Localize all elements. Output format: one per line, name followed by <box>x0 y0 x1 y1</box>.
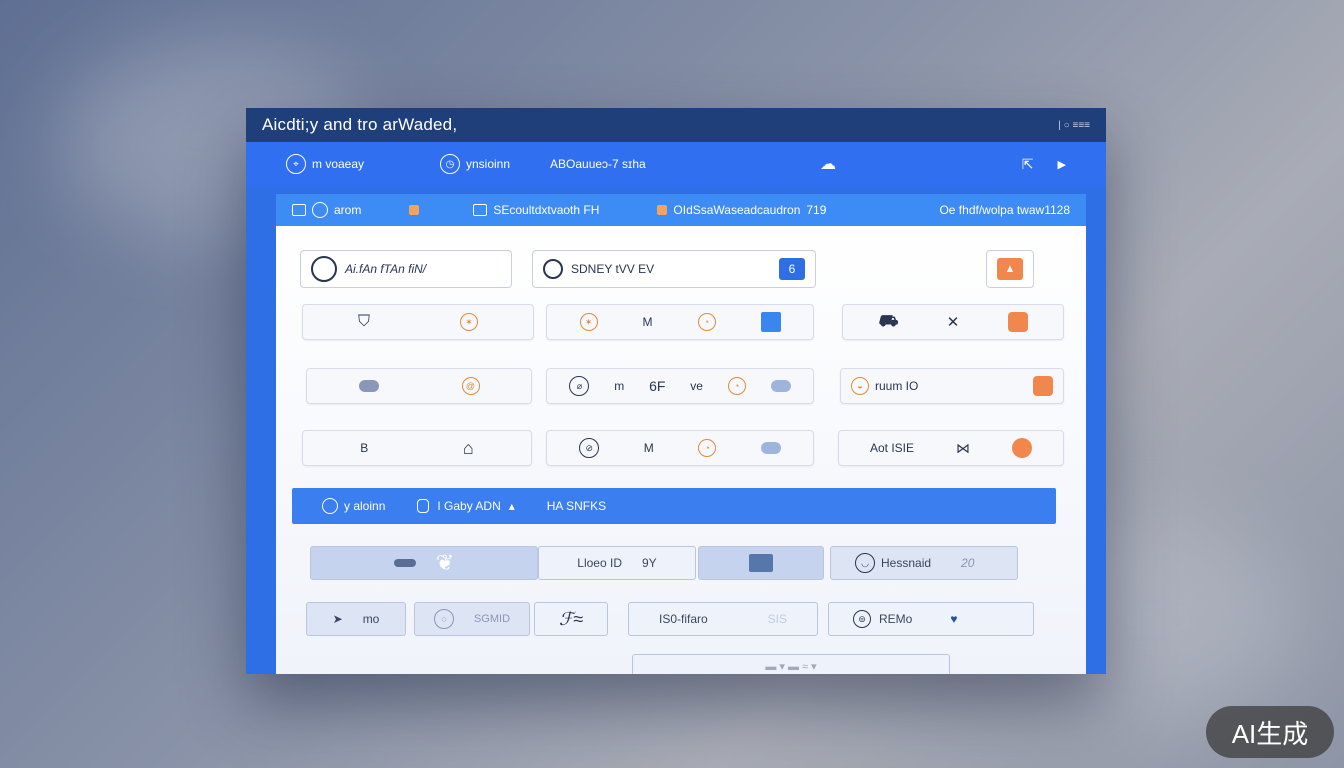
lower-cell-9[interactable]: ⊜ REMo ♥ <box>828 602 1034 636</box>
clock-icon: ◔ <box>697 313 716 331</box>
grid-cell-r1c2[interactable]: ✶ M ◔ <box>546 304 814 340</box>
bird-icon: ❦ <box>435 550 455 575</box>
marker-icon <box>657 205 668 215</box>
toolbar-item-3[interactable]: ABOauueɔ-7 sɪha <box>550 157 820 171</box>
lower-cell-1[interactable]: ❦ <box>310 546 538 580</box>
tab-2[interactable]: SEcoultdxtvaoth FH <box>473 203 599 217</box>
car-icon: ⛟ <box>877 313 898 330</box>
clock-icon: ◔ <box>727 377 746 395</box>
compass-icon: ⌖ <box>286 154 306 174</box>
chart-icon <box>749 554 773 572</box>
ai-generated-badge: AI生成 <box>1206 706 1334 758</box>
toolbar-item-2[interactable]: ◷ ynsioinn <box>440 154 550 174</box>
lower-cell-4[interactable]: ◡ Hessnaid 20 <box>830 546 1018 580</box>
square-icon <box>760 312 781 332</box>
card-icon <box>473 204 488 216</box>
star-icon: ✶ <box>579 313 598 331</box>
tab-bar: arom SEcoultdxtvaoth FH OIdSsaWaseadcaud… <box>276 194 1086 226</box>
message-icon <box>393 559 416 567</box>
lower-cell-3[interactable] <box>698 546 824 580</box>
lock-icon <box>417 499 430 513</box>
banner-item-3: HA SNFKS <box>546 499 607 513</box>
tab-1[interactable]: arom <box>292 202 361 218</box>
grid-cell-r2c3[interactable]: ◒ ruum IO <box>840 368 1064 404</box>
heart-icon: ♥ <box>950 612 958 626</box>
grid-cell-r1c3[interactable]: ⛟ ✕ <box>842 304 1064 340</box>
main-content: arom SEcoultdxtvaoth FH OIdSsaWaseadcaud… <box>276 194 1086 674</box>
titlebar: Aicdti;y and tro arWaded, | ○ ≡≡≡ <box>246 108 1106 142</box>
orange-badge-icon <box>1011 438 1032 458</box>
pin-icon <box>312 202 328 218</box>
flag-icon <box>409 205 420 215</box>
play-icon[interactable]: ▶ <box>1058 158 1066 171</box>
star-icon: ✶ <box>459 313 478 331</box>
location-pin-icon <box>311 256 337 282</box>
lower-cell-6[interactable]: ◌ SGMID <box>414 602 530 636</box>
orange-badge-icon <box>1008 312 1029 332</box>
cloud-icon <box>358 380 379 392</box>
lower-cell-8[interactable]: IS0-fifaro SIS <box>628 602 818 636</box>
alert-icon: ▲ <box>997 258 1023 280</box>
tab-4[interactable]: Oe fhdf/wolpa twaw1128 <box>939 203 1070 217</box>
clock-icon: ◔ <box>698 439 717 457</box>
slash-icon: ⊘ <box>579 438 600 458</box>
bottom-placeholder: ▬ ▾ ▬ ≈ ▾ <box>765 660 817 673</box>
clock-icon: ◷ <box>440 154 460 174</box>
export-icon[interactable]: ⇱ <box>1022 156 1034 173</box>
toolbar-right: ⇱ ▶ <box>1022 156 1066 173</box>
caret-up-icon: ▴ <box>508 499 515 513</box>
info-icon: ◌ <box>433 609 454 629</box>
shield-icon: ⛉ <box>357 313 370 330</box>
app-window: Aicdti;y and tro arWaded, | ○ ≡≡≡ ⌖ m vo… <box>246 108 1106 674</box>
cloud-icon <box>760 442 781 454</box>
gauge-icon: ◒ <box>851 377 869 395</box>
banner-item-1: y aloinn <box>322 498 385 514</box>
toolbar-cloud-button[interactable]: ☁ <box>820 154 1000 174</box>
lower-cell-2[interactable]: Lloeo ID 9Y <box>538 546 696 580</box>
grid-cell-r3c2[interactable]: ⊘ M ◔ <box>546 430 814 466</box>
lower-cell-10[interactable]: ▬ ▾ ▬ ≈ ▾ <box>632 654 950 674</box>
tools-icon: ✕ <box>946 314 960 331</box>
cloud-icon: ☁ <box>820 156 836 173</box>
toolbar-item-1[interactable]: ⌖ m voaeay <box>286 154 440 174</box>
info-button[interactable]: 6 <box>779 258 805 280</box>
tab-3[interactable]: OIdSsaWaseadcaudron 719 <box>657 203 826 217</box>
emoji-icon: ◡ <box>855 553 875 573</box>
alarm-icon: ⊜ <box>853 610 871 628</box>
alert-field[interactable]: ▲ <box>986 250 1034 288</box>
grid-cell-r3c1[interactable]: B ⌂ <box>302 430 532 466</box>
cursor-icon: ➤ <box>332 612 343 626</box>
form-panel: Ai.fAn fTAn fiN/ SDNEY tVV EV 6 ▲ ⛉ ✶ ✶ … <box>276 226 1086 674</box>
lower-cell-7[interactable]: ℱ≈ <box>534 602 608 636</box>
selection-banner[interactable]: y aloinn I Gaby ADN ▴ HA SNFKS <box>292 488 1056 524</box>
window-title: Aicdti;y and tro arWaded, <box>262 115 458 134</box>
grid-cell-r3c3[interactable]: Aot ISIE ⋈ <box>838 430 1064 466</box>
link-icon: ⌀ <box>569 376 590 396</box>
grid-cell-r2c1[interactable]: @ <box>306 368 532 404</box>
grid-icon <box>292 204 306 216</box>
search-field[interactable]: SDNEY tVV EV 6 <box>532 250 816 288</box>
signature-icon: ℱ≈ <box>558 608 584 629</box>
cloud-icon <box>770 380 791 392</box>
window-controls[interactable]: | ○ ≡≡≡ <box>1058 120 1090 131</box>
swirl-icon: @ <box>461 377 480 395</box>
grid-cell-r1c1[interactable]: ⛉ ✶ <box>302 304 534 340</box>
pulse-icon: ⋈ <box>956 439 970 456</box>
toolbar: ⌖ m voaeay ◷ ynsioinn ABOauueɔ-7 sɪha ☁ … <box>246 142 1106 186</box>
orange-badge-icon <box>1033 376 1053 396</box>
location-field[interactable]: Ai.fAn fTAn fiN/ <box>300 250 512 288</box>
user-icon <box>322 498 338 514</box>
lower-cell-5[interactable]: ➤ mo <box>306 602 406 636</box>
grid-cell-r2c2[interactable]: ⌀ m 6F ve ◔ <box>546 368 814 404</box>
search-icon <box>543 259 563 279</box>
banner-item-2: I Gaby ADN ▴ <box>417 499 515 513</box>
home-icon: ⌂ <box>462 437 474 458</box>
